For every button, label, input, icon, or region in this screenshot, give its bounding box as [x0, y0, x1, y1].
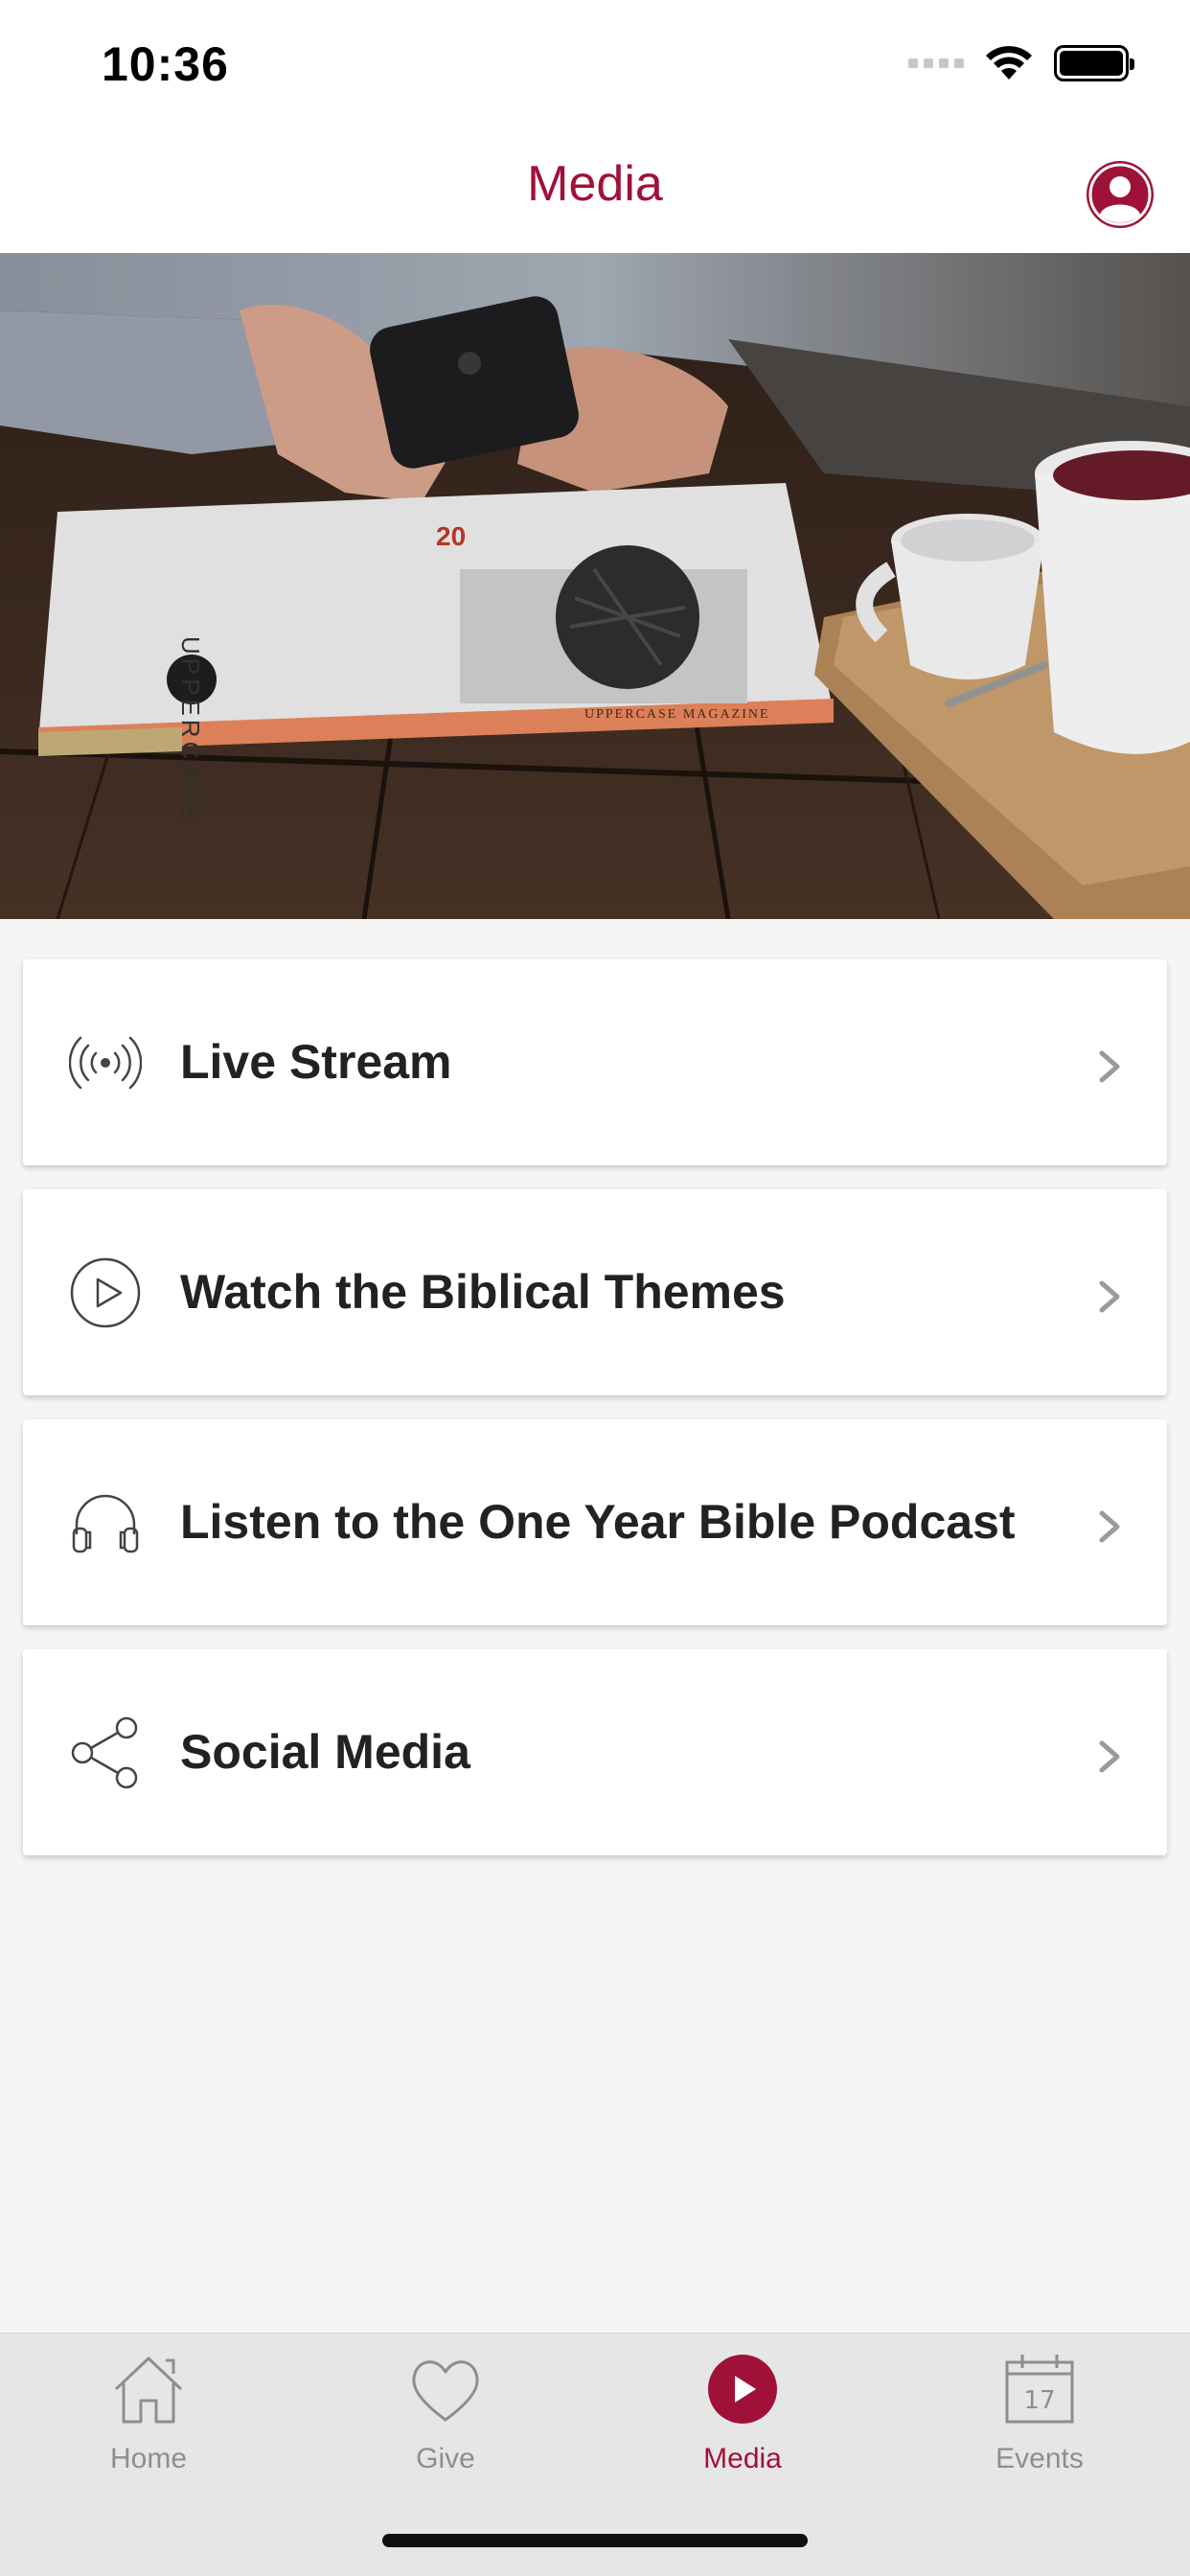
menu-item-label: Live Stream [180, 1035, 452, 1089]
hero-image: UPPERCASE UPPERCASE MAGAZINE 20 [0, 253, 1190, 919]
media-menu-list: Live Stream Watch the Biblical Themes Li… [23, 959, 1167, 1879]
tab-label: Media [703, 2443, 782, 2474]
tab-label: Events [995, 2443, 1084, 2474]
play-circle-icon [70, 1257, 141, 1328]
status-icons [908, 42, 1134, 84]
menu-item-live-stream[interactable]: Live Stream [23, 959, 1167, 1165]
cellular-signal-icon [908, 58, 964, 68]
tab-label: Give [416, 2443, 475, 2474]
navigation-bar: Media [0, 134, 1190, 253]
tab-label: Home [109, 2443, 188, 2474]
menu-item-bible-podcast[interactable]: Listen to the One Year Bible Podcast [23, 1419, 1167, 1625]
chevron-right-icon [1099, 1510, 1120, 1543]
battery-icon [1054, 45, 1134, 81]
menu-item-biblical-themes[interactable]: Watch the Biblical Themes [23, 1189, 1167, 1395]
menu-item-label: Listen to the One Year Bible Podcast [180, 1495, 1016, 1549]
wifi-icon [986, 46, 1032, 80]
heart-icon [412, 2360, 479, 2422]
tab-home[interactable]: Home [0, 2334, 297, 2496]
menu-item-label: Social Media [180, 1725, 470, 1779]
tab-media[interactable]: Media [594, 2334, 891, 2496]
page-title: Media [527, 156, 663, 212]
profile-button[interactable] [1087, 161, 1154, 228]
tab-events[interactable]: 17 Events [891, 2334, 1188, 2496]
headphones-icon [72, 1494, 139, 1553]
calendar-icon: 17 [1005, 2355, 1074, 2424]
home-icon [114, 2357, 183, 2424]
share-icon [71, 1716, 138, 1789]
tab-give[interactable]: Give [297, 2334, 594, 2496]
menu-item-label: Watch the Biblical Themes [180, 1265, 786, 1319]
status-time: 10:36 [102, 37, 229, 91]
play-circle-filled-icon [708, 2355, 777, 2424]
menu-item-social-media[interactable]: Social Media [23, 1649, 1167, 1855]
user-icon [1088, 163, 1152, 226]
chevron-right-icon [1099, 1280, 1120, 1313]
home-indicator[interactable] [382, 2534, 808, 2547]
svg-text:17: 17 [1023, 2386, 1055, 2415]
chevron-right-icon [1099, 1740, 1120, 1773]
status-bar: 10:36 [0, 0, 1190, 134]
chevron-right-icon [1099, 1050, 1120, 1083]
broadcast-icon [69, 1036, 142, 1090]
